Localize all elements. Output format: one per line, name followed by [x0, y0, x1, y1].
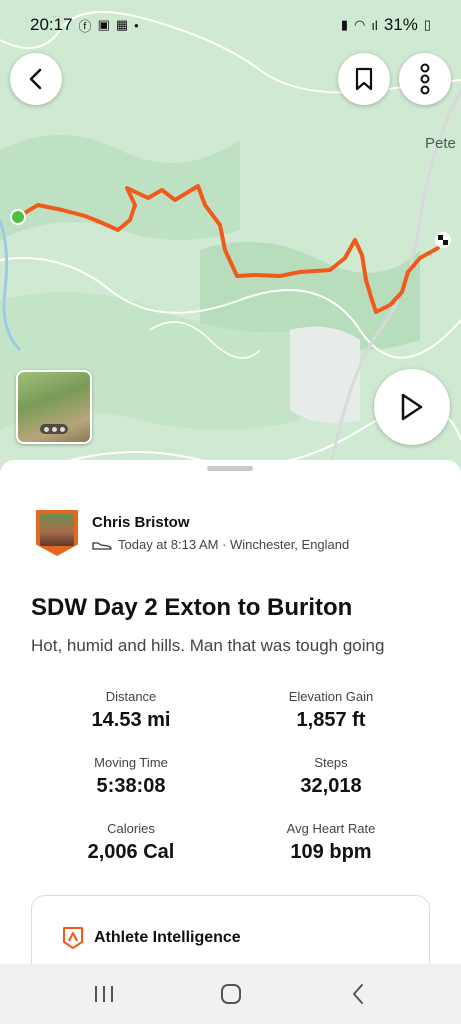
facebook-icon: ⓕ [78, 18, 92, 34]
stat-steps: Steps 32,018 [236, 755, 426, 798]
home-button[interactable] [201, 974, 261, 1014]
activity-photo-thumbnail[interactable] [16, 370, 92, 444]
status-time: 20:17 [30, 15, 73, 34]
more-options-button[interactable] [399, 53, 451, 105]
photo-pager-dots [40, 424, 68, 434]
activity-details-sheet[interactable]: Chris Bristow Today at 8:13 AM · Winches… [0, 460, 461, 1015]
save-button[interactable] [338, 53, 390, 105]
system-back-button[interactable] [328, 974, 388, 1014]
stat-moving-time: Moving Time 5:38:08 [36, 755, 226, 798]
stat-value: 2,006 Cal [87, 841, 175, 863]
athlete-header[interactable]: Chris Bristow Today at 8:13 AM · Winches… [36, 510, 349, 556]
teams-icon: ▣ [97, 17, 110, 32]
battery-percentage: 31% [383, 15, 418, 34]
athlete-intelligence-title: Athlete Intelligence [94, 929, 241, 946]
athlete-intelligence-icon [63, 927, 83, 949]
stat-calories: Calories 2,006 Cal [36, 821, 226, 864]
stat-value: 109 bpm [290, 841, 372, 863]
back-icon [352, 984, 363, 1004]
stat-label: Moving Time [94, 755, 168, 770]
avatar[interactable] [36, 510, 78, 556]
route-map[interactable]: Pete 20:17 ⓕ ▣ ▦ • ▮ ◠ ıl 31% ▯ [0, 0, 461, 520]
stat-value: 14.53 mi [91, 709, 171, 731]
athlete-name[interactable]: Chris Bristow [92, 514, 349, 531]
stat-label: Elevation Gain [288, 689, 374, 704]
dot-icon: • [134, 17, 139, 33]
back-button[interactable] [10, 53, 62, 105]
signal-icon: ıl [371, 17, 378, 33]
map-place-label: Pete [425, 135, 456, 152]
activity-title: SDW Day 2 Exton to Buriton [31, 594, 353, 621]
activity-meta: Today at 8:13 AM · Winchester, England [118, 537, 350, 552]
stat-label: Distance [105, 689, 157, 704]
stat-avg-heart-rate: Avg Heart Rate 109 bpm [236, 821, 426, 864]
play-flyover-button[interactable] [374, 369, 450, 445]
finish-marker [435, 232, 451, 248]
stat-value: 32,018 [300, 775, 362, 797]
stat-elevation-gain: Elevation Gain 1,857 ft [236, 689, 426, 732]
stat-label: Steps [314, 755, 348, 770]
more-vertical-icon [420, 63, 430, 95]
stat-label: Calories [107, 821, 155, 836]
recents-icon [94, 986, 113, 1002]
system-nav-bar [0, 964, 461, 1024]
shoe-icon [92, 541, 112, 550]
activity-description: Hot, humid and hills. Man that was tough… [31, 636, 385, 655]
wifi-icon: ◠ [353, 17, 366, 32]
battery-saver-icon: ▮ [340, 17, 348, 32]
battery-icon: ▯ [423, 17, 431, 32]
status-bar: 20:17 ⓕ ▣ ▦ • ▮ ◠ ıl 31% ▯ [0, 0, 461, 50]
recents-button[interactable] [74, 974, 134, 1014]
back-arrow-icon [29, 68, 42, 90]
play-icon [401, 393, 423, 421]
stat-value: 5:38:08 [96, 775, 166, 797]
start-marker [10, 209, 26, 225]
bookmark-icon [355, 67, 373, 91]
calendar-icon: ▦ [115, 17, 129, 32]
stat-value: 1,857 ft [296, 709, 366, 731]
stat-label: Avg Heart Rate [286, 821, 376, 836]
sheet-drag-handle[interactable] [207, 466, 253, 471]
home-icon [220, 984, 241, 1004]
stat-distance: Distance 14.53 mi [36, 689, 226, 732]
